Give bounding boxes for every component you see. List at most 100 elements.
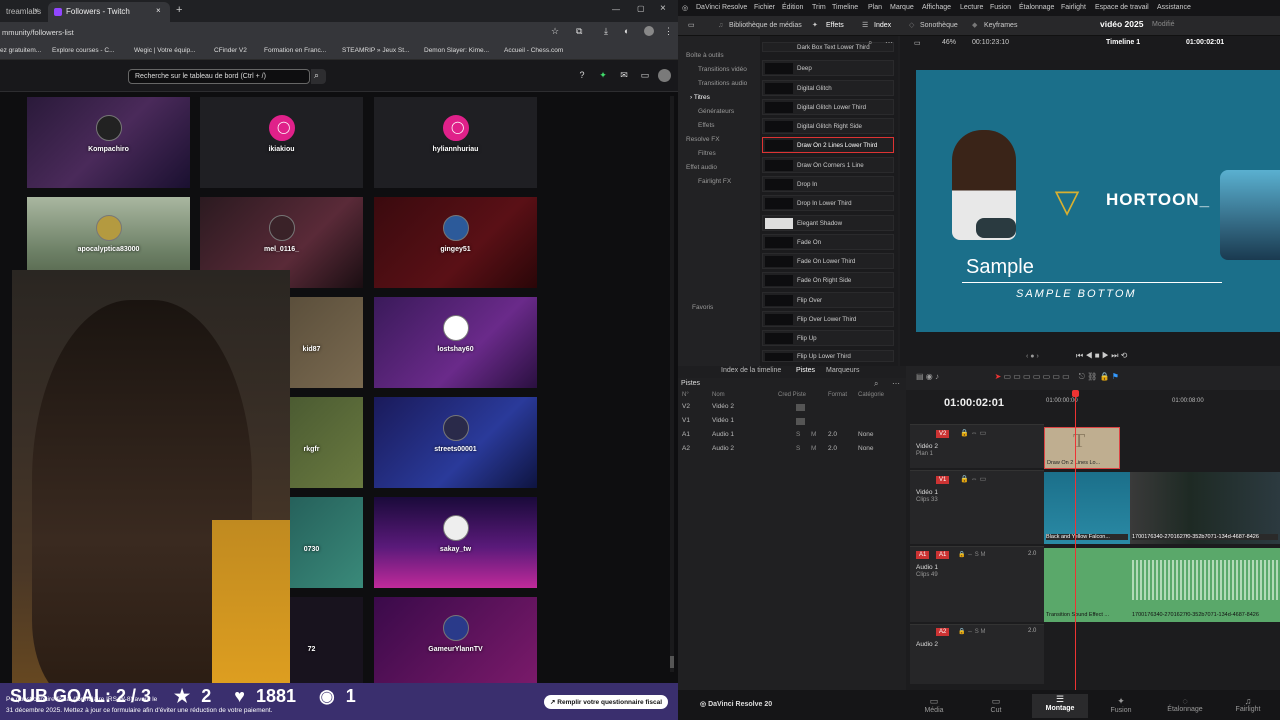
page-cut[interactable]: ▭ Cut (976, 696, 1016, 714)
kebab-menu-icon[interactable]: ⋮ (664, 26, 673, 37)
download-icon[interactable]: ⤓ (604, 26, 608, 37)
effect-item[interactable]: Fade On Right Side (762, 272, 894, 288)
effect-item[interactable]: Flip Up Lower Third (762, 350, 894, 362)
bookmark-item[interactable]: Demon Slayer: Kime... (424, 47, 489, 54)
effect-item[interactable]: Draw On Corners 1 Line (762, 157, 894, 173)
tree-item-fairlight-fx[interactable]: Fairlight FX (698, 178, 731, 185)
menu-item[interactable]: Fusion (990, 4, 1011, 11)
mute-icon[interactable]: M (811, 431, 816, 438)
solo-icon[interactable]: S (796, 445, 800, 452)
follower-card[interactable]: gingey51 (374, 197, 537, 288)
tree-item-filters[interactable]: Filtres (698, 150, 716, 157)
jog-control[interactable]: ‹ ● › (1026, 353, 1039, 360)
playhead-handle[interactable] (1072, 390, 1079, 397)
follower-card[interactable]: GameurYlannTV (374, 597, 537, 683)
search-button[interactable]: ⌕ (311, 69, 326, 84)
tree-item-titles[interactable]: › Titres (690, 94, 710, 101)
follower-card[interactable]: ◯ ikiakiou (200, 97, 363, 188)
track-row[interactable]: A2 Audio 2 S M 2.0 None (678, 445, 906, 459)
profile-icon[interactable]: ◐ (624, 26, 629, 36)
viewer-mode-icon[interactable]: ▭ (914, 39, 921, 47)
user-avatar[interactable] (658, 69, 671, 82)
tree-item-resolve-fx[interactable]: Resolve FX (686, 136, 720, 143)
menu-item[interactable]: Fairlight (1061, 4, 1086, 11)
effect-item[interactable]: Fade On Lower Third (762, 253, 894, 269)
audio-clip[interactable]: 1700176340-2701627f0-352b7071-134d-4687-… (1130, 548, 1280, 622)
follower-card[interactable]: sakay_tw (374, 497, 537, 588)
track-row[interactable]: V1 Vidéo 1 (678, 417, 906, 431)
effect-item[interactable]: Drop In Lower Third (762, 195, 894, 211)
tree-item-effects[interactable]: Effets (698, 122, 715, 129)
tab-timeline-index[interactable]: Index de la timeline (721, 367, 781, 374)
title-clip[interactable]: T Draw On 2 Lines Lo... (1044, 427, 1120, 469)
menu-item[interactable]: Affichage (922, 4, 951, 11)
effect-item[interactable]: Fade On (762, 234, 894, 250)
sound-library-button[interactable]: Sonothèque (920, 22, 958, 29)
bookmark-item[interactable]: Accueil - Chess.com (504, 47, 563, 54)
track-header-v1[interactable]: V1 Vidéo 1 Clips 33 🔒 ⇔ ▭ (910, 470, 1044, 544)
tree-item-favorites[interactable]: Favoris (692, 304, 713, 311)
bookmark-item[interactable]: CFinder V2 (214, 47, 247, 54)
search-icon[interactable]: ⌕ (868, 38, 872, 48)
track-header-v2[interactable]: V2 Vidéo 2 Plan 1 🔒 ⇔ ▭ (910, 424, 1044, 468)
menu-item[interactable]: Assistance (1157, 4, 1191, 11)
page-fusion[interactable]: ✦ Fusion (1101, 696, 1141, 714)
maximize-icon[interactable]: ▢ (637, 4, 645, 13)
effect-item[interactable]: Flip Over (762, 292, 894, 308)
effect-item[interactable]: Digital Glitch Lower Third (762, 99, 894, 115)
follower-card[interactable]: ◯ hyliannhuriau (374, 97, 537, 188)
media-lib-button[interactable]: Bibliothèque de médias (729, 22, 802, 29)
keyframes-button[interactable]: Keyframes (984, 22, 1017, 29)
track-controls[interactable]: 🔒 ⇔ S M (958, 551, 985, 558)
chat-icon[interactable]: ▭ (639, 70, 651, 82)
track-row[interactable]: A1 Audio 1 S M 2.0 None (678, 431, 906, 445)
effect-item[interactable]: Flip Over Lower Third (762, 311, 894, 327)
bookmark-item[interactable]: ez gratuitem... (0, 47, 41, 54)
address-bar[interactable]: mmunity/followers-list ☆ ⧉ ⤓ ◐ ⋮ (0, 22, 678, 44)
menu-item[interactable]: Fichier (754, 4, 775, 11)
solo-icon[interactable]: S (796, 431, 800, 438)
page-edit[interactable]: ☰ Montage (1032, 694, 1088, 718)
zoom-level[interactable]: 46% (942, 39, 956, 46)
star-icon[interactable]: ☆ (551, 26, 559, 37)
video-track-icon[interactable] (796, 404, 805, 411)
tree-item-audio-fx[interactable]: Effet audio (686, 164, 717, 171)
tree-item-toolbox[interactable]: Boîte à outils (686, 52, 724, 59)
tab-tracks[interactable]: Pistes (796, 367, 815, 374)
url-text[interactable]: mmunity/followers-list (2, 28, 74, 37)
playhead[interactable] (1075, 394, 1076, 690)
video-preview[interactable]: ▽ HORTOON_ Sample SAMPLE BOTTOM (916, 70, 1280, 332)
track-controls[interactable]: 🔒 ⇔ ▭ (960, 475, 986, 483)
close-icon[interactable]: × (156, 6, 161, 15)
help-icon[interactable]: ? (576, 70, 588, 82)
effect-item[interactable]: Digital Glitch Right Side (762, 118, 894, 134)
menu-item[interactable]: Édition (782, 4, 803, 11)
new-tab-icon[interactable]: + (176, 4, 182, 16)
menu-item[interactable]: Lecture (960, 4, 983, 11)
index-button[interactable]: Index (874, 22, 891, 29)
tree-item-audio-transitions[interactable]: Transitions audio (698, 80, 747, 87)
effect-item[interactable]: Drop In (762, 176, 894, 192)
menu-item[interactable]: Marque (890, 4, 914, 11)
scrollbar-thumb[interactable] (670, 656, 674, 668)
bookmark-item[interactable]: Formation en Franc... (264, 47, 326, 54)
track-row[interactable]: V2 Vidéo 2 (678, 403, 906, 417)
effect-item[interactable]: Flip Up (762, 330, 894, 346)
bookmark-item[interactable]: Explore courses - C... (52, 47, 115, 54)
follower-card[interactable]: lostshay60 (374, 297, 537, 388)
mail-icon[interactable]: ✉ (618, 70, 630, 82)
menu-item[interactable]: Trim (812, 4, 826, 11)
bookmark-item[interactable]: Wegic | Votre équip... (134, 47, 196, 54)
tab-followers[interactable]: Followers - Twitch × (48, 2, 170, 22)
effect-item[interactable]: Dark Box Text Lower Third (762, 42, 894, 52)
crown-icon[interactable]: ✦ (597, 70, 609, 82)
page-color[interactable]: ◌ Étalonnage (1162, 696, 1208, 713)
fiscal-form-button[interactable]: ↗ Remplir votre questionnaire fiscal (544, 695, 668, 709)
video-clip[interactable]: Black and Yellow Falcon... (1044, 472, 1130, 544)
timeline-toolbar[interactable]: ▤ ◉ ♪ ➤ ▭ ▭ ▭ ▭ ▭ ▭ ▭ ⎋ ⛓ 🔒 ⚑ (906, 366, 1280, 390)
avatar[interactable] (644, 26, 654, 36)
audio-clip[interactable]: Transition Sound Effect ... (1044, 548, 1130, 622)
menu-item[interactable]: DaVinci Resolve (696, 4, 747, 11)
search-icon[interactable]: ⌕ (874, 379, 878, 389)
video-clip[interactable]: 1700176340-2701627f0-352b7071-134d-4687-… (1130, 472, 1280, 544)
